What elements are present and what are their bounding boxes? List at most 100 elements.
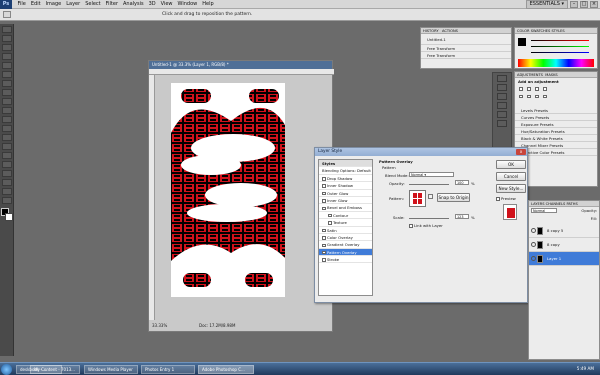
checkbox[interactable] [322, 243, 326, 248]
style-item-inner-shadow[interactable]: Inner Shadow [319, 182, 372, 190]
opacity-slider[interactable] [409, 183, 449, 185]
color-tabs[interactable]: COLOR SWATCHES STYLES [515, 28, 597, 34]
vibrance-icon[interactable] [519, 94, 523, 98]
ok-button[interactable]: OK [496, 160, 526, 169]
scale-slider[interactable] [409, 217, 449, 219]
checkbox[interactable] [322, 206, 326, 211]
blur-tool-icon[interactable] [1, 134, 12, 141]
checkbox[interactable] [322, 184, 326, 188]
crop-tool-icon[interactable] [1, 62, 12, 69]
snap-to-origin-button[interactable]: Snap to Origin [437, 193, 470, 202]
brush-tool-icon[interactable] [1, 89, 12, 96]
doc-info[interactable]: Doc: 17.2M/8.98M [199, 323, 235, 328]
checkbox[interactable] [322, 191, 326, 196]
maximize-button[interactable]: □ [580, 1, 588, 8]
style-item-texture[interactable]: Texture [319, 219, 372, 227]
menu-layer[interactable]: Layer [64, 0, 83, 9]
style-item-blending[interactable]: Blending Options: Default [319, 167, 372, 175]
preview-toggle[interactable]: Preview [496, 196, 516, 201]
menu-select[interactable]: Select [83, 0, 103, 9]
menu-file[interactable]: File [15, 0, 28, 9]
dodge-tool-icon[interactable] [1, 143, 12, 150]
history-item[interactable]: Free Transform [421, 52, 511, 59]
marquee-tool-icon[interactable] [1, 35, 12, 42]
new-style-button[interactable]: New Style... [496, 184, 526, 193]
fg-color-chip[interactable] [518, 38, 526, 46]
checkbox[interactable] [322, 177, 326, 181]
zoom-level[interactable]: 33.33% [152, 323, 167, 328]
brightness-icon[interactable] [519, 87, 523, 91]
preset-curves[interactable]: Curves Presets [515, 114, 597, 121]
canvas[interactable] [171, 83, 285, 297]
menu-filter[interactable]: Filter [103, 0, 120, 9]
menu-view[interactable]: View [158, 0, 175, 9]
style-item-bevel[interactable]: Bevel and Emboss [319, 204, 372, 212]
style-item-color-overlay[interactable]: Color Overlay [319, 234, 372, 242]
style-item-stroke[interactable]: Stroke [319, 256, 372, 264]
info-icon[interactable] [497, 120, 507, 127]
style-item-contour[interactable]: Contour [319, 212, 372, 220]
preset-hue-saturation[interactable]: Hue/Saturation Presets [515, 128, 597, 135]
checkbox[interactable] [322, 258, 326, 262]
eye-icon[interactable] [531, 228, 536, 233]
style-item-drop-shadow[interactable]: Drop Shadow [319, 175, 372, 183]
exposure-icon[interactable] [543, 87, 547, 91]
blend-mode-select[interactable]: Normal ▾ [409, 172, 454, 177]
color-swatches[interactable] [0, 208, 13, 224]
shape-tool-icon[interactable] [1, 179, 12, 186]
bw-icon[interactable] [543, 94, 547, 98]
opacity-input[interactable]: 100 [455, 180, 469, 185]
checkbox[interactable] [328, 213, 332, 218]
new-preset-icon[interactable] [428, 194, 433, 199]
checkbox[interactable] [328, 221, 332, 225]
pen-tool-icon[interactable] [1, 152, 12, 159]
eraser-tool-icon[interactable] [1, 116, 12, 123]
menu-edit[interactable]: Edit [28, 0, 43, 9]
taskbar-item-active[interactable]: Adobe Photoshop C... [198, 365, 254, 374]
scale-input[interactable]: 123 [455, 214, 469, 219]
history-snapshot[interactable]: Untitled-1 [421, 34, 511, 45]
brush-presets-icon[interactable] [497, 75, 507, 82]
cancel-button[interactable]: Cancel [496, 172, 526, 181]
checkbox[interactable] [322, 228, 326, 233]
menu-image[interactable]: Image [43, 0, 64, 9]
taskbar-item[interactable]: My Content - 7013... [30, 365, 80, 374]
preset-levels[interactable]: Levels Presets [515, 107, 597, 114]
style-item-outer-glow[interactable]: Outer Glow [319, 190, 372, 197]
style-item-gradient-overlay[interactable]: Gradient Overlay [319, 241, 372, 249]
menu-help[interactable]: Help [200, 0, 216, 9]
hand-tool-icon[interactable] [1, 188, 12, 195]
taskbar-item[interactable]: Photos Entry 1 [141, 365, 195, 374]
clone-source-icon[interactable] [497, 84, 507, 91]
preset-black-white[interactable]: Black & White Presets [515, 135, 597, 142]
style-item-inner-glow[interactable]: Inner Glow [319, 197, 372, 205]
levels-icon[interactable] [527, 87, 531, 91]
red-slider[interactable] [531, 40, 589, 41]
history-item[interactable]: Free Transform [421, 45, 511, 52]
style-item-satin[interactable]: Satin [319, 227, 372, 234]
layer-row[interactable]: 8 copy 5 [529, 224, 599, 238]
checkbox[interactable] [322, 250, 326, 255]
background-color[interactable] [5, 213, 13, 221]
paragraph-icon[interactable] [497, 102, 507, 109]
healing-tool-icon[interactable] [1, 80, 12, 87]
link-checkbox[interactable] [409, 224, 413, 228]
color-balance-icon[interactable] [535, 94, 539, 98]
quick-select-tool-icon[interactable] [1, 53, 12, 60]
eye-icon[interactable] [531, 256, 536, 261]
gradient-tool-icon[interactable] [1, 125, 12, 132]
move-tool-icon[interactable] [1, 26, 12, 33]
history-brush-tool-icon[interactable] [1, 107, 12, 114]
curves-icon[interactable] [535, 87, 539, 91]
hue-icon[interactable] [527, 94, 531, 98]
move-tool-icon[interactable] [3, 11, 11, 18]
menu-window[interactable]: Window [175, 0, 200, 9]
blue-slider[interactable] [531, 52, 589, 53]
character-icon[interactable] [497, 93, 507, 100]
link-with-layer[interactable]: Link with Layer [409, 223, 443, 228]
stamp-tool-icon[interactable] [1, 98, 12, 105]
checkbox[interactable] [322, 236, 326, 240]
taskbar-item[interactable]: Windows Media Player [84, 365, 138, 374]
menu-analysis[interactable]: Analysis [121, 0, 147, 9]
layer-row-selected[interactable]: Layer 1 [529, 252, 599, 266]
